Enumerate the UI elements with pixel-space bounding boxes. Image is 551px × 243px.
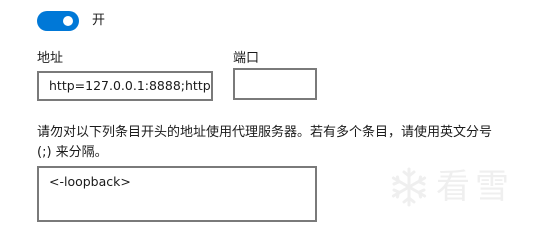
watermark-text: 看雪 (436, 167, 514, 207)
exceptions-hint: 请勿对以下列条目开头的地址使用代理服务器。若有多个条目，请使用英文分号 (;) … (37, 125, 493, 160)
proxy-toggle-row: 开 (37, 11, 105, 31)
address-input[interactable]: http=127.0.0.1:8888;https (37, 71, 213, 101)
snowflake-icon (391, 167, 427, 207)
port-label: 端口 (233, 51, 260, 66)
watermark: 看雪 (388, 166, 514, 208)
port-input[interactable] (233, 68, 317, 100)
proxy-toggle-switch[interactable] (37, 11, 79, 31)
address-label: 地址 (37, 51, 64, 66)
proxy-toggle-label: 开 (92, 13, 106, 28)
exceptions-input[interactable]: <-loopback> (37, 166, 317, 222)
toggle-knob (63, 16, 73, 26)
